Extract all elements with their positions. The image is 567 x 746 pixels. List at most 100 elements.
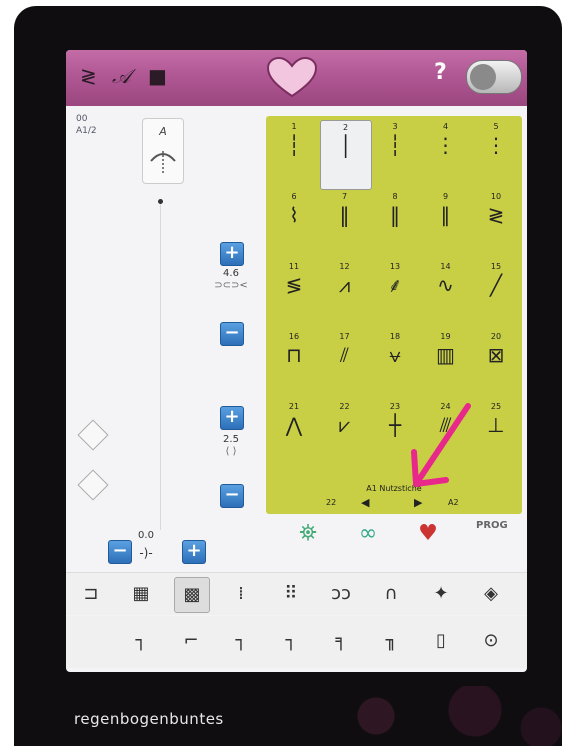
position-top: 00 [76,114,88,124]
stitch-number: 12 [339,262,350,271]
length-plus-button[interactable]: + [220,406,244,430]
stitch-pattern-icon: ┆ [287,133,301,157]
next-page-button[interactable]: ▶ [414,496,434,509]
stitch-pattern-icon: ≷ [487,203,505,227]
stitch-cell-12[interactable]: 12 ⩘ [320,260,370,328]
stitch-cell-14[interactable]: 14 ∿ [421,260,471,328]
stitch-cell-3[interactable]: 3 ┆ [370,120,420,188]
stitch-number: 22 [339,402,350,411]
prog-button[interactable]: PROG [476,520,508,531]
stitch-number: 18 [389,332,401,341]
width-minus-button[interactable]: − [220,322,244,346]
position-bottom: A1/2 [76,126,97,136]
stitch-pattern-icon: ▥ [436,343,455,367]
category-button-1[interactable]: ⊐ [74,577,108,611]
stitch-number: 3 [392,122,398,131]
presser-foot-option-3[interactable]: ┐ [224,624,258,658]
presser-foot-option-5[interactable]: ╕ [324,624,358,658]
stitch-length-value: 2.5 [223,434,239,445]
font-icon[interactable]: 𝒜 [112,64,131,88]
stitch-pattern-icon: ⸙ [387,273,403,297]
stitch-cell-5[interactable]: 5 ⋮ [471,120,521,188]
stitch-cell-20[interactable]: 20 ⊠ [471,330,521,398]
length-minus-button[interactable]: − [220,484,244,508]
category-button-8[interactable]: ✦ [424,577,458,611]
balance-plus-button[interactable]: + [182,540,206,564]
stitch-cell-9[interactable]: 9 ∥ [421,190,471,258]
stitch-selection-grid: A1 Nutzstiche 22 ◀ ▶ A2 1 ┆ 2 │ 3 ┆ 4 ⋮ 5 ⋮ 6 ⌇ 7 ‖ 8 ‖… [266,116,522,514]
stitch-cell-17[interactable]: 17 ⫽ [320,330,370,398]
stitch-cell-16[interactable]: 16 ⊓ [269,330,319,398]
width-plus-button[interactable]: + [220,242,244,266]
stitch-pattern-icon: ∥ [440,203,451,227]
stitch-cell-1[interactable]: 1 ┆ [269,120,319,188]
stitch-cell-11[interactable]: 11 ≶ [269,260,319,328]
presser-foot-option-2[interactable]: ⌐ [174,624,208,658]
category-button-6[interactable]: ↄↄ [324,577,358,611]
sewing-machine-device: regenbogenbuntes ≷ 𝒜 ■ ? 00 A1/2 A + 4.6… [14,6,562,746]
sequence-icon[interactable]: ∞ [348,518,388,550]
presser-foot-icon [150,151,176,175]
mirror-vertical-icon[interactable] [77,419,109,451]
category-button-2[interactable]: ▦ [124,577,158,611]
stitch-cell-18[interactable]: 18 ⩝ [370,330,420,398]
stitch-cell-21[interactable]: 21 ⋀ [269,400,319,468]
stitch-pattern-icon: ⋮ [486,133,506,157]
presser-foot-option-4[interactable]: ┐ [274,624,308,658]
presser-foot-option-6[interactable]: ╖ [374,624,408,658]
more-options-icon[interactable]: ⊙ [474,624,508,658]
stitch-number: 17 [339,332,350,341]
category-button-5[interactable]: ⠿ [274,577,308,611]
stitch-number: 5 [493,122,499,131]
stitch-number: 21 [288,402,300,411]
stitch-pattern-icon: ⋀ [285,413,303,437]
presser-foot-option-7[interactable]: ▯ [424,624,458,658]
category-button-7[interactable]: ∩ [374,577,408,611]
balance-icon: -)- [139,546,153,560]
category-button-4[interactable]: ⁞ [224,577,258,611]
stitch-cell-10[interactable]: 10 ≷ [471,190,521,258]
stitch-number: 25 [490,402,502,411]
stitch-cell-4[interactable]: 4 ⋮ [421,120,471,188]
stitch-pattern-icon: ⊠ [487,343,505,367]
stitch-number: 15 [490,262,502,271]
stitch-pattern-icon: ⩗ [338,413,351,437]
stitch-width-icon: ⊃⊂⊃< [214,280,248,291]
stitch-cell-6[interactable]: 6 ⌇ [269,190,319,258]
mirror-horizontal-icon[interactable] [77,469,109,501]
stitch-pattern-icon: ‖ [339,203,350,227]
stitch-cell-2[interactable]: 2 │ [319,120,372,190]
photo-frame: regenbogenbuntes ≷ 𝒜 ■ ? 00 A1/2 A + 4.6… [0,0,567,746]
stitch-category-row: ⊐ ▦ ▩ ⁞ ⠿ ↄↄ ∩ ✦ ◈ [66,572,527,615]
bobbin-icon[interactable]: ⛯ [288,518,328,550]
stitch-number: 19 [440,332,451,341]
stitch-number: 20 [490,332,502,341]
stitch-number: 6 [291,192,297,201]
stitch-cell-15[interactable]: 15 ╱ [471,260,521,328]
heart-icon[interactable] [264,56,320,100]
stitch-pattern-icon: ┆ [388,133,402,157]
toggle-icon[interactable] [466,60,522,94]
stitch-cell-8[interactable]: 8 ‖ [370,190,420,258]
stitch-pattern-icon: ⩘ [338,273,351,297]
watermark: regenbogenbuntes [74,710,224,728]
stitch-pattern-icon: ⫽ [340,343,349,367]
stitch-pattern-icon: ⋮ [435,133,456,157]
stitch-cell-13[interactable]: 13 ⸙ [370,260,420,328]
folder-icon[interactable]: ■ [148,64,167,88]
prev-page-button[interactable]: ◀ [361,496,381,509]
stitch-cell-25[interactable]: 25 ⊥ [471,400,521,468]
needle-position-dot [158,199,163,204]
category-button-3[interactable]: ▩ [174,577,210,613]
needle-position-track [160,200,161,530]
help-button[interactable]: ? [434,60,447,85]
stitch-cell-22[interactable]: 22 ⩗ [320,400,370,468]
presser-foot-option-1[interactable]: ┐ [124,624,158,658]
category-button-9[interactable]: ◈ [474,577,508,611]
stitch-cell-7[interactable]: 7 ‖ [320,190,370,258]
favorite-heart-icon[interactable]: ♥ [408,518,448,550]
stitch-cell-19[interactable]: 19 ▥ [421,330,471,398]
stitch-width-value: 4.6 [223,268,239,279]
stitch-menu-icon[interactable]: ≷ [80,64,97,88]
stitch-number: 9 [442,192,449,201]
